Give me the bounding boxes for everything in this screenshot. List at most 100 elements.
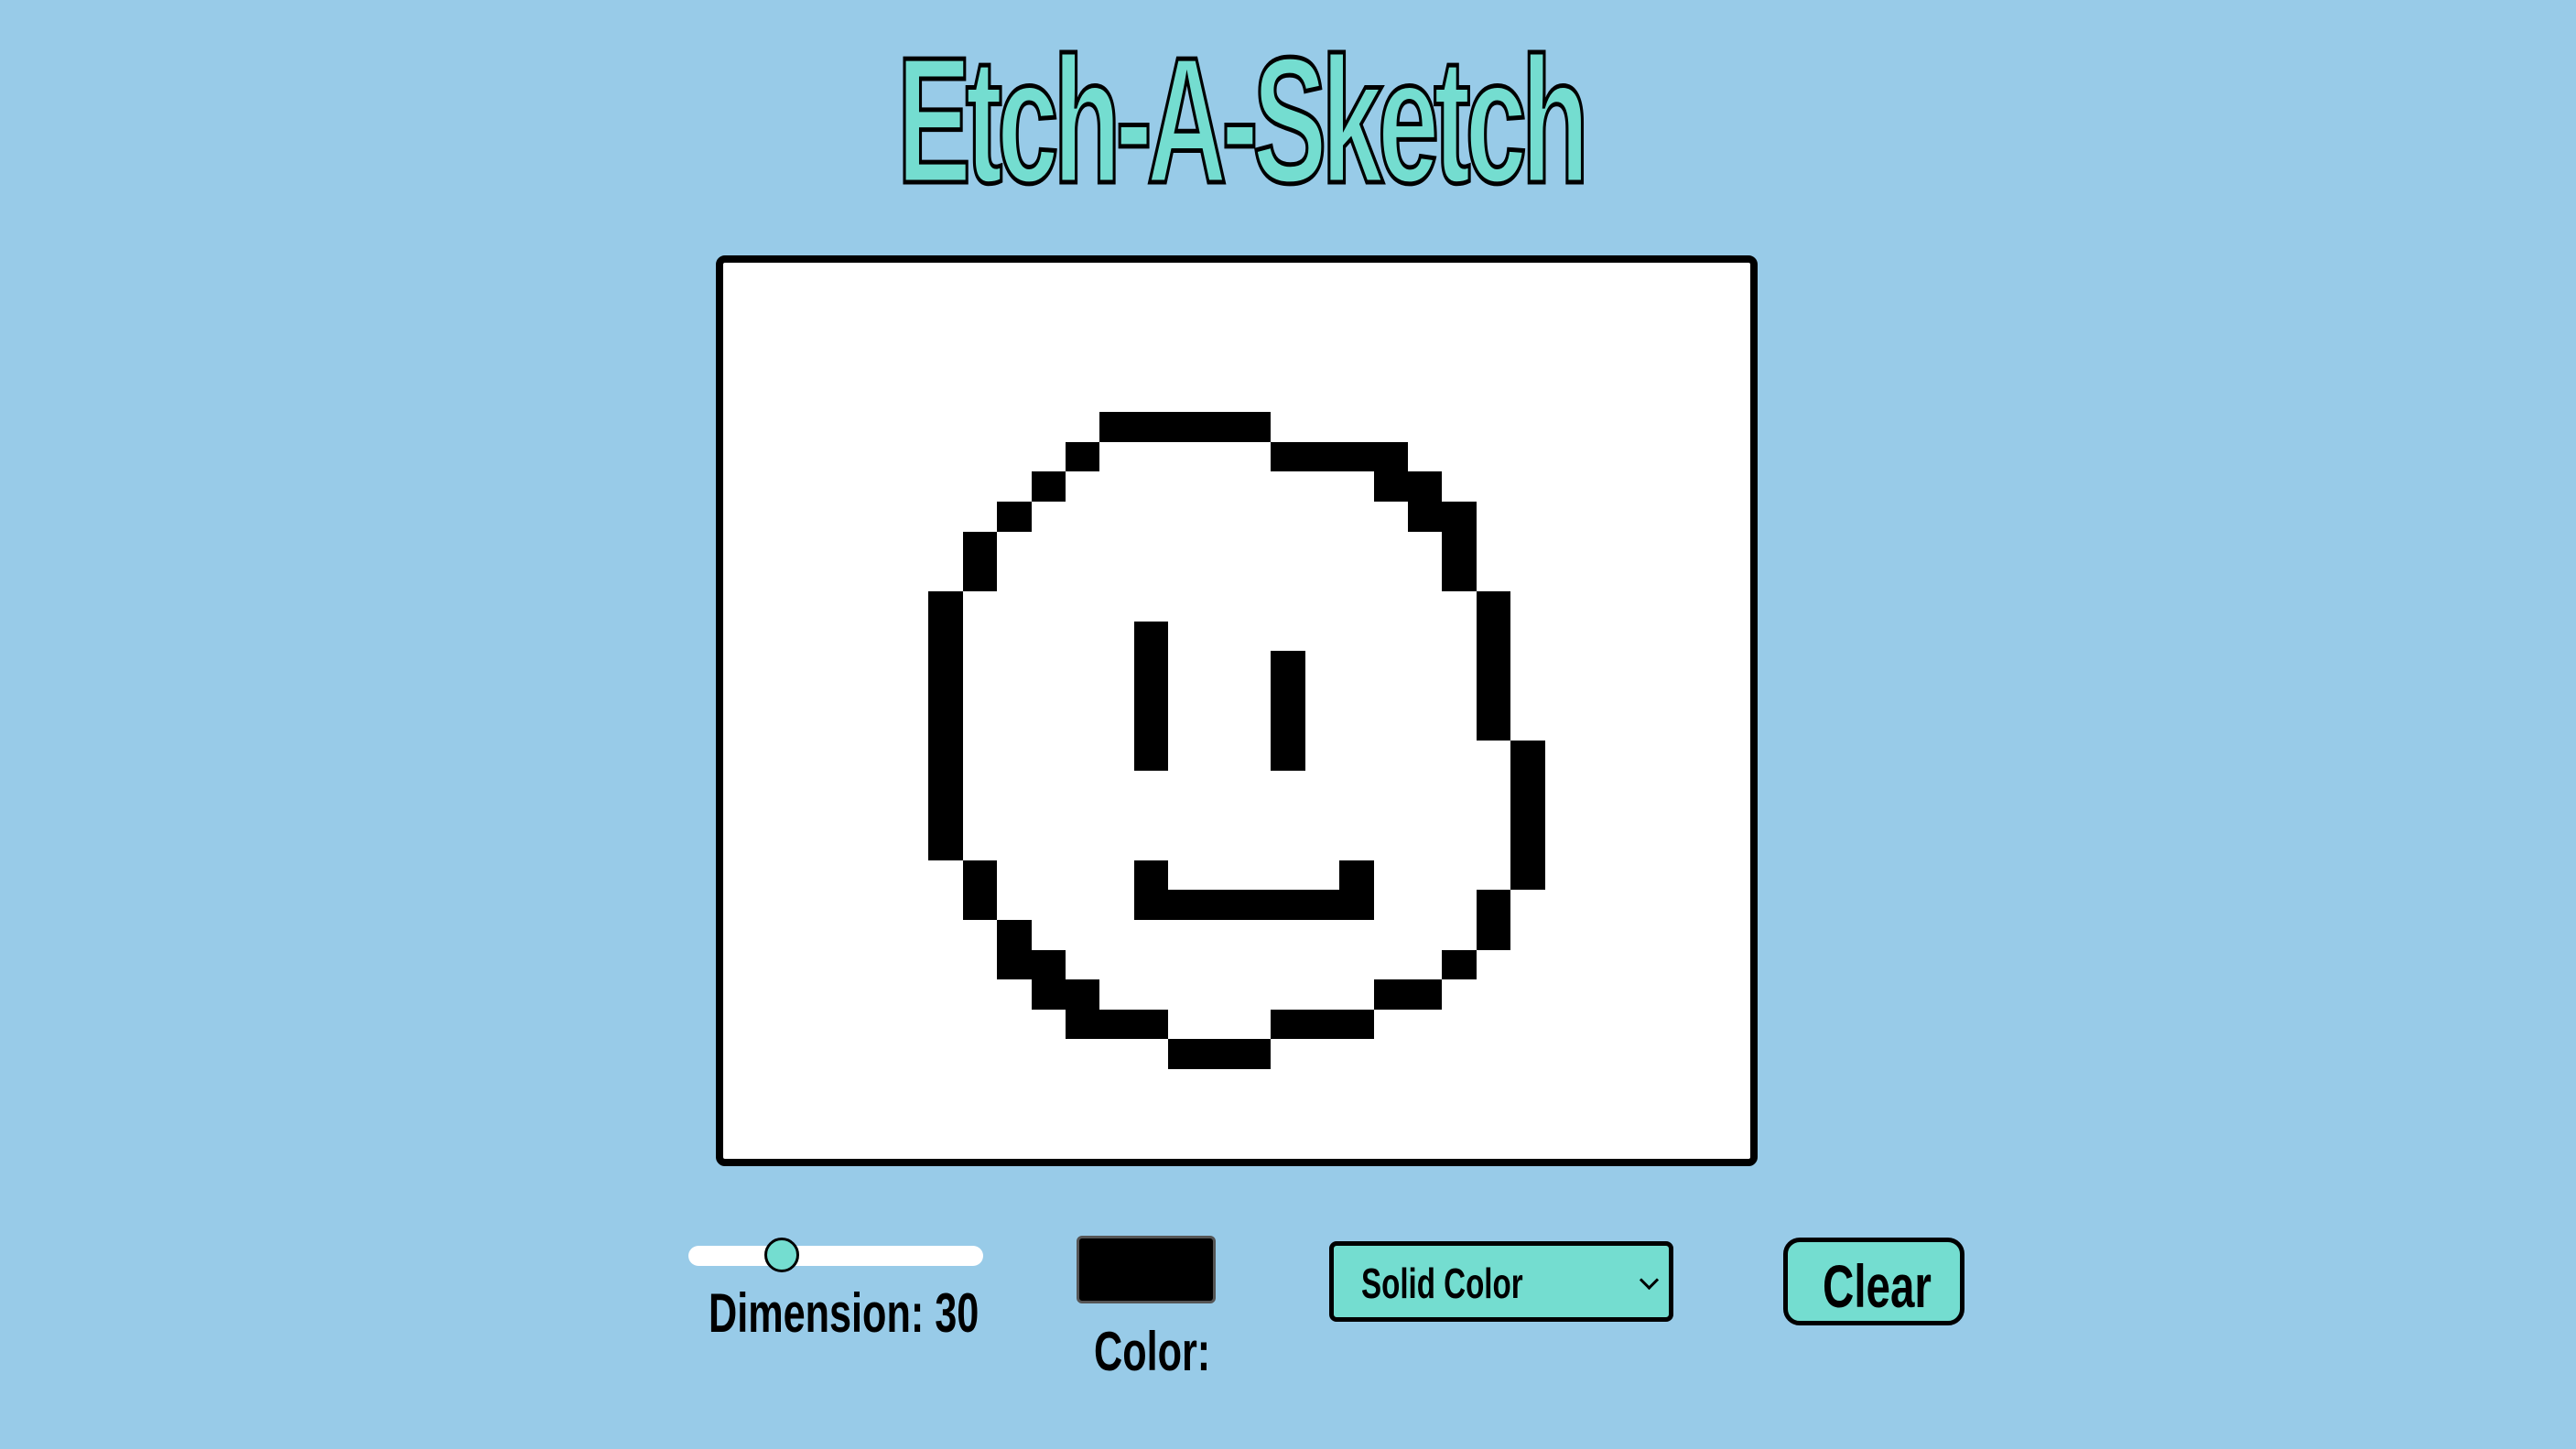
grid-cell[interactable] [1374, 890, 1408, 920]
grid-cell[interactable] [1305, 412, 1339, 442]
grid-cell[interactable] [1408, 979, 1443, 1010]
grid-cell[interactable] [1477, 741, 1510, 771]
grid-cell[interactable] [1648, 651, 1682, 681]
grid-cell[interactable] [1716, 352, 1750, 383]
grid-cell[interactable] [1682, 293, 1716, 323]
grid-cell[interactable] [1613, 1099, 1647, 1130]
grid-cell[interactable] [1442, 979, 1476, 1010]
grid-cell[interactable] [1579, 1129, 1613, 1159]
grid-cell[interactable] [1374, 830, 1408, 860]
grid-cell[interactable] [860, 920, 894, 950]
grid-cell[interactable] [1476, 590, 1511, 622]
grid-cell[interactable] [963, 1010, 997, 1040]
grid-cell[interactable] [1682, 471, 1716, 502]
grid-cell[interactable] [1510, 890, 1544, 920]
grid-cell[interactable] [1305, 1069, 1339, 1099]
grid-cell[interactable] [1545, 352, 1579, 383]
grid-cell[interactable] [1203, 979, 1237, 1010]
grid-cell[interactable] [860, 502, 894, 532]
grid-cell[interactable] [997, 471, 1031, 502]
grid-cell[interactable] [1477, 532, 1510, 562]
grid-cell[interactable] [860, 561, 894, 591]
grid-cell[interactable] [1305, 591, 1339, 622]
grid-cell[interactable] [1134, 950, 1168, 980]
grid-cell[interactable] [1066, 561, 1099, 591]
grid-cell[interactable] [1237, 890, 1272, 920]
grid-cell[interactable] [1716, 293, 1750, 323]
grid-cell[interactable] [757, 383, 791, 413]
grid-cell[interactable] [757, 352, 791, 383]
grid-cell[interactable] [1134, 830, 1168, 860]
grid-cell[interactable] [1032, 651, 1066, 681]
grid-cell[interactable] [1099, 591, 1133, 622]
grid-cell[interactable] [1032, 263, 1066, 293]
grid-cell[interactable] [1477, 860, 1510, 891]
grid-cell[interactable] [1271, 293, 1304, 323]
grid-cell[interactable] [1545, 293, 1579, 323]
grid-cell[interactable] [1339, 622, 1373, 652]
grid-cell[interactable] [792, 950, 826, 980]
grid-cell[interactable] [1442, 322, 1476, 352]
grid-cell[interactable] [894, 561, 928, 591]
grid-cell[interactable] [826, 651, 860, 681]
grid-cell[interactable] [1133, 860, 1169, 891]
grid-cell[interactable] [1648, 591, 1682, 622]
grid-cell[interactable] [1271, 322, 1304, 352]
grid-cell[interactable] [1648, 1129, 1682, 1159]
grid-cell[interactable] [1374, 920, 1408, 950]
grid-cell[interactable] [1168, 412, 1203, 442]
grid-cell[interactable] [1510, 561, 1544, 591]
grid-cell[interactable] [1271, 412, 1304, 442]
grid-cell[interactable] [1374, 1039, 1408, 1069]
grid-cell[interactable] [1613, 263, 1647, 293]
grid-cell[interactable] [928, 770, 963, 801]
grid-cell[interactable] [1648, 711, 1682, 741]
grid-cell[interactable] [1134, 502, 1168, 532]
grid-cell[interactable] [928, 383, 962, 413]
grid-cell[interactable] [1133, 680, 1169, 711]
grid-cell[interactable] [1305, 711, 1339, 741]
grid-cell[interactable] [1203, 622, 1237, 652]
grid-cell[interactable] [1168, 800, 1202, 830]
grid-cell[interactable] [1032, 1069, 1066, 1099]
grid-cell[interactable] [997, 1010, 1031, 1040]
grid-cell[interactable] [1271, 1069, 1304, 1099]
grid-cell[interactable] [894, 860, 928, 891]
grid-cell[interactable] [1510, 741, 1545, 771]
grid-cell[interactable] [894, 950, 928, 980]
grid-cell[interactable] [1613, 293, 1647, 323]
grid-cell[interactable] [1613, 502, 1647, 532]
grid-cell[interactable] [1408, 950, 1442, 980]
grid-cell[interactable] [1510, 383, 1544, 413]
grid-cell[interactable] [963, 950, 997, 980]
grid-cell[interactable] [1339, 412, 1373, 442]
grid-cell[interactable] [826, 1069, 860, 1099]
grid-cell[interactable] [1271, 441, 1305, 472]
grid-cell[interactable] [1579, 830, 1613, 860]
grid-cell[interactable] [1066, 293, 1099, 323]
grid-cell[interactable] [1682, 352, 1716, 383]
grid-cell[interactable] [1510, 412, 1544, 442]
grid-cell[interactable] [1271, 1009, 1305, 1040]
grid-cell[interactable] [1716, 1010, 1750, 1040]
grid-cell[interactable] [792, 1069, 826, 1099]
grid-cell[interactable] [1099, 383, 1133, 413]
grid-cell[interactable] [1579, 890, 1613, 920]
grid-cell[interactable] [860, 651, 894, 681]
grid-cell[interactable] [1099, 860, 1133, 891]
grid-cell[interactable] [1168, 711, 1202, 741]
grid-cell[interactable] [1545, 561, 1579, 591]
grid-cell[interactable] [1305, 979, 1339, 1010]
grid-cell[interactable] [894, 830, 928, 860]
grid-cell[interactable] [928, 830, 963, 860]
grid-cell[interactable] [1408, 1039, 1442, 1069]
grid-cell[interactable] [1477, 471, 1510, 502]
grid-cell[interactable] [1613, 920, 1647, 950]
grid-cell[interactable] [757, 741, 791, 771]
grid-cell[interactable] [1066, 681, 1099, 711]
grid-cell[interactable] [860, 890, 894, 920]
grid-cell[interactable] [894, 383, 928, 413]
grid-cell[interactable] [1271, 263, 1304, 293]
grid-cell[interactable] [1099, 651, 1133, 681]
grid-cell[interactable] [1579, 412, 1613, 442]
